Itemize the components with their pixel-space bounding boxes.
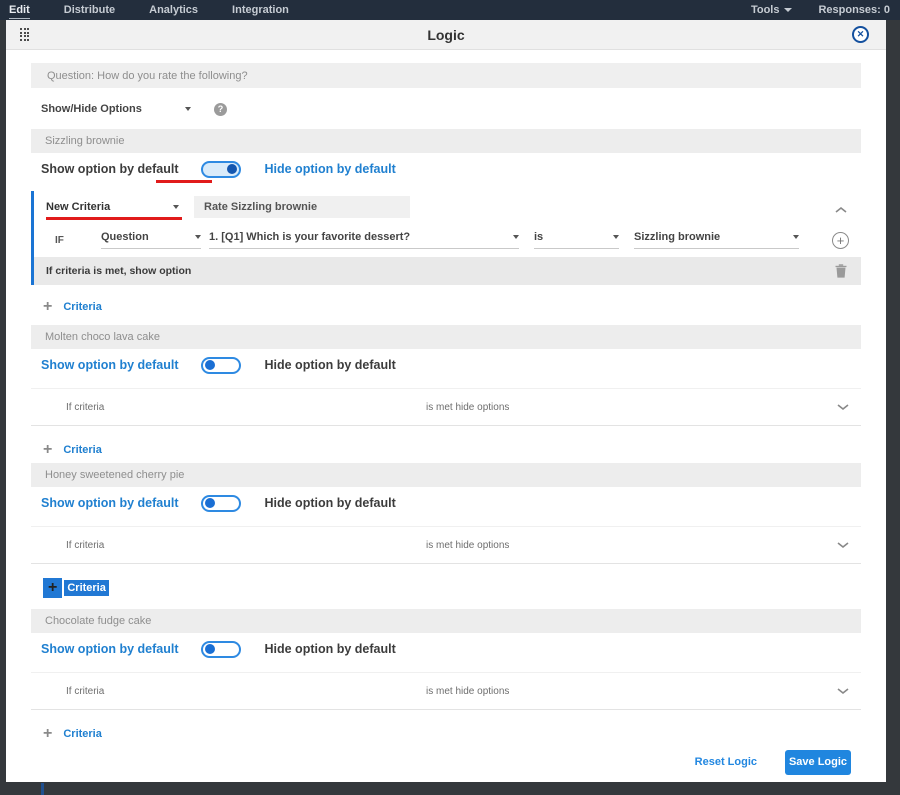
nav-tab-integration[interactable]: Integration <box>232 2 289 18</box>
section-header: Molten choco lava cake <box>31 325 861 349</box>
add-condition-icon[interactable]: + <box>832 231 849 249</box>
responses-count: Responses: 0 <box>818 4 890 16</box>
logic-type-value: Show/Hide Options <box>41 103 142 115</box>
nav-tabs: Edit Distribute Analytics Integration <box>9 2 289 19</box>
nav-tab-analytics[interactable]: Analytics <box>149 2 198 18</box>
collapsed-criteria-right: is met hide options <box>426 539 510 551</box>
add-criteria-link[interactable]: + Criteria <box>43 578 861 598</box>
collapsed-criteria-row[interactable]: If criteria is met hide options <box>31 526 861 564</box>
criteria-operator-value: is <box>534 231 544 243</box>
hide-option-label[interactable]: Hide option by default <box>265 358 396 372</box>
add-criteria-label: Criteria <box>63 301 102 313</box>
show-option-label[interactable]: Show option by default <box>41 358 179 372</box>
add-criteria-link[interactable]: + Criteria <box>43 440 861 460</box>
criteria-type-value: New Criteria <box>46 201 111 213</box>
collapsed-criteria-left: If criteria <box>66 539 105 551</box>
help-icon[interactable]: ? <box>214 102 227 116</box>
plus-icon: + <box>43 725 53 742</box>
show-hide-toggle[interactable] <box>200 160 241 178</box>
chevron-down-icon <box>195 235 201 239</box>
criteria-result-text: If criteria is met, show option <box>46 265 192 277</box>
top-navigation-bar: Edit Distribute Analytics Integration To… <box>0 0 900 20</box>
dialog-title: Logic <box>427 26 465 43</box>
plus-icon: + <box>43 441 53 458</box>
logic-dialog: Logic ✕ Question: How do you rate the fo… <box>6 20 886 782</box>
add-criteria-link[interactable]: + Criteria <box>43 724 861 744</box>
show-option-label[interactable]: Show option by default <box>41 162 179 176</box>
show-hide-toggle[interactable] <box>200 494 241 512</box>
collapsed-criteria-right: is met hide options <box>426 685 510 697</box>
collapsed-criteria-left: If criteria <box>66 401 105 413</box>
add-criteria-label: Criteria <box>63 444 102 456</box>
criteria-operator-dropdown[interactable]: is <box>534 231 619 249</box>
chevron-down-icon <box>513 235 519 239</box>
chevron-up-icon[interactable] <box>835 201 847 219</box>
annotation-underline <box>46 217 182 220</box>
show-option-label[interactable]: Show option by default <box>41 642 179 656</box>
criteria-type-dropdown[interactable]: New Criteria <box>46 201 179 213</box>
question-label-bar: Question: How do you rate the following? <box>31 63 861 88</box>
section-header: Chocolate fudge cake <box>31 609 861 633</box>
collapsed-criteria-right: is met hide options <box>426 401 510 413</box>
section-header: Honey sweetened cherry pie <box>31 463 861 487</box>
annotation-underline <box>156 180 212 183</box>
chevron-down-icon <box>173 205 179 209</box>
show-hide-toggle[interactable] <box>200 640 241 658</box>
add-criteria-link[interactable]: + Criteria <box>43 297 861 317</box>
question-text: Question: How do you rate the following? <box>47 69 248 82</box>
add-criteria-label: Criteria <box>63 728 102 740</box>
criteria-name-input[interactable]: Rate Sizzling brownie <box>194 196 410 218</box>
criteria-value-dropdown[interactable]: Sizzling brownie <box>634 231 799 249</box>
chevron-down-icon[interactable] <box>837 687 849 698</box>
chevron-down-icon[interactable] <box>837 403 849 414</box>
chevron-down-icon <box>784 8 793 12</box>
dialog-header: Logic ✕ <box>6 20 886 50</box>
criteria-subject-value: Question <box>101 231 149 243</box>
nav-tab-edit[interactable]: Edit <box>9 2 30 19</box>
collapsed-criteria-row[interactable]: If criteria is met hide options <box>31 672 861 710</box>
section-name: Sizzling brownie <box>45 135 125 147</box>
criteria-question-value: 1. [Q1] Which is your favorite dessert? <box>209 231 411 243</box>
chevron-down-icon[interactable] <box>837 541 849 552</box>
section-name: Honey sweetened cherry pie <box>45 469 185 481</box>
hide-option-label[interactable]: Hide option by default <box>265 642 396 656</box>
reset-logic-button[interactable]: Reset Logic <box>695 756 757 768</box>
chevron-down-icon <box>793 235 799 239</box>
logic-type-dropdown[interactable]: Show/Hide Options <box>41 103 191 115</box>
if-label: IF <box>55 234 64 246</box>
collapsed-criteria-row[interactable]: If criteria is met hide options <box>31 388 861 426</box>
section-name: Molten choco lava cake <box>45 331 160 343</box>
criteria-block: New Criteria Rate Sizzling brownie IF Qu… <box>31 191 861 285</box>
show-hide-toggle[interactable] <box>200 356 241 374</box>
trash-icon[interactable] <box>835 264 847 278</box>
add-criteria-label: Criteria <box>64 580 109 596</box>
hide-option-label[interactable]: Hide option by default <box>265 162 396 176</box>
tools-menu[interactable]: Tools <box>751 4 793 16</box>
criteria-value-text: Sizzling brownie <box>634 231 721 243</box>
plus-icon: + <box>43 298 53 315</box>
dialog-footer: Reset Logic Save Logic <box>31 748 861 776</box>
criteria-subject-dropdown[interactable]: Question <box>101 231 201 249</box>
section-name: Chocolate fudge cake <box>45 615 152 627</box>
section-header: Sizzling brownie <box>31 129 861 153</box>
tools-label: Tools <box>750 4 780 16</box>
nav-tab-distribute[interactable]: Distribute <box>64 2 115 18</box>
dialog-content: Question: How do you rate the following?… <box>6 50 886 782</box>
plus-icon: + <box>43 578 63 598</box>
collapsed-criteria-left: If criteria <box>66 685 105 697</box>
chevron-down-icon <box>185 107 191 111</box>
hide-option-label[interactable]: Hide option by default <box>265 496 396 510</box>
background-artifact <box>41 783 44 795</box>
close-icon[interactable]: ✕ <box>852 26 869 43</box>
chevron-down-icon <box>613 235 619 239</box>
criteria-result-bar: If criteria is met, show option <box>34 257 861 285</box>
save-logic-button[interactable]: Save Logic <box>785 749 851 775</box>
show-option-label[interactable]: Show option by default <box>41 496 179 510</box>
criteria-question-dropdown[interactable]: 1. [Q1] Which is your favorite dessert? <box>209 231 519 249</box>
